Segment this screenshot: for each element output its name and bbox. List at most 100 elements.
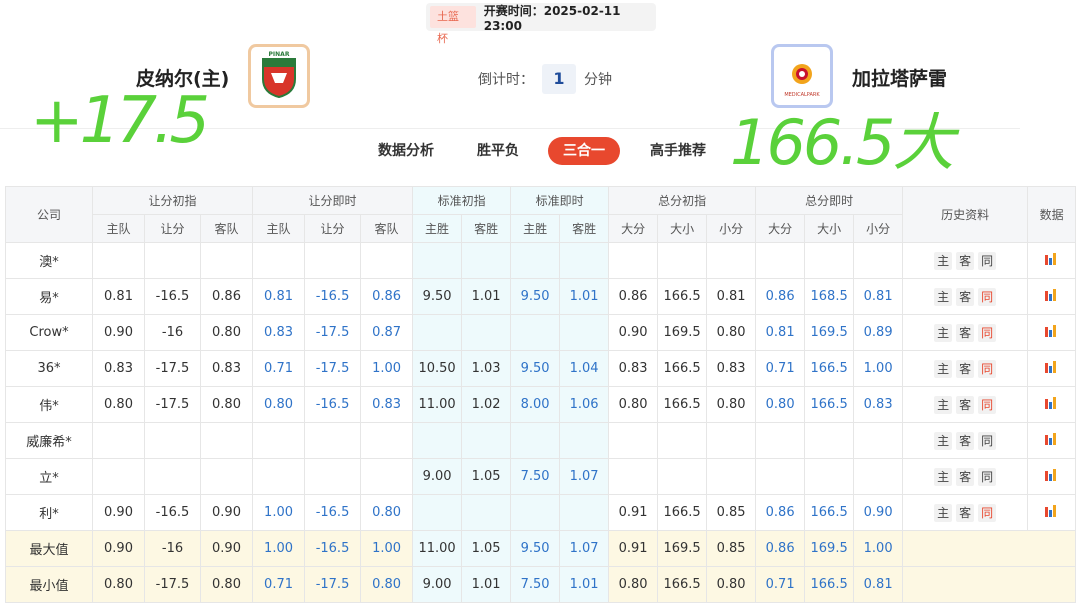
odds-cell: 0.86 (608, 278, 659, 315)
odds-cell: 0.83 (199, 350, 254, 387)
home-team-name[interactable]: 皮纳尔(主) (136, 64, 229, 91)
odds-cell: 0.89 (853, 314, 904, 351)
data-chart-cell[interactable] (1027, 386, 1077, 423)
history-h2h-button[interactable]: 同 (978, 251, 997, 270)
odds-cell: 0.90 (199, 530, 254, 567)
table-row[interactable]: 易* 0.81 -16.5 0.86 0.81 -16.5 0.86 9.50 1.01 9.50… (5, 278, 1077, 315)
table-row[interactable]: 立* 9.00 1.05 7.50 1.07 主客同 (5, 458, 1077, 495)
company-name[interactable]: 立* (5, 458, 93, 495)
history-h2h-button[interactable]: 同 (978, 467, 997, 486)
odds-cell (755, 242, 806, 279)
odds-cell (657, 422, 708, 459)
odds-cell: 0.80 (252, 386, 306, 423)
odds-cell: 0.80 (755, 386, 806, 423)
data-chart-cell[interactable] (1027, 422, 1077, 459)
company-name[interactable]: 36* (5, 350, 93, 387)
tab-expert-picks[interactable]: 高手推荐 (646, 137, 710, 165)
table-row[interactable]: 伟* 0.80 -17.5 0.80 0.80 -16.5 0.83 11.00 1.02 8.0… (5, 386, 1077, 423)
odds-cell: 166.5 (657, 494, 708, 531)
data-chart-cell[interactable] (1027, 314, 1077, 351)
odds-cell: 9.00 (412, 566, 463, 603)
odds-cell (804, 458, 855, 495)
history-away-button[interactable]: 客 (956, 467, 975, 486)
odds-cell: 0.83 (252, 314, 306, 351)
odds-cell (559, 314, 610, 351)
odds-cell: 1.00 (252, 494, 306, 531)
odds-cell: 0.87 (360, 314, 414, 351)
bar-chart-icon (1044, 288, 1059, 301)
odds-cell (804, 422, 855, 459)
home-team-logo[interactable]: PINAR (248, 44, 310, 108)
odds-cell: 1.00 (252, 530, 306, 567)
history-away-button[interactable]: 客 (956, 287, 975, 306)
odds-cell: -16.5 (144, 278, 201, 315)
odds-cell: 1.05 (461, 530, 512, 567)
history-away-button[interactable]: 客 (956, 359, 975, 378)
odds-cell: 1.00 (853, 530, 904, 567)
history-away-button[interactable]: 客 (956, 431, 975, 450)
table-row[interactable]: 36* 0.83 -17.5 0.83 0.71 -17.5 1.00 10.50 1.03 9.… (5, 350, 1077, 387)
company-name[interactable]: 利* (5, 494, 93, 531)
data-chart-cell[interactable] (1027, 278, 1077, 315)
table-row[interactable]: 威廉希* 主客同 (5, 422, 1077, 459)
bar-chart-icon (1044, 504, 1059, 517)
history-home-button[interactable]: 主 (934, 431, 953, 450)
data-chart-cell[interactable] (1027, 458, 1077, 495)
history-h2h-button[interactable]: 同 (978, 323, 997, 342)
odds-cell: -17.5 (304, 566, 362, 603)
odds-cell: -17.5 (144, 386, 201, 423)
history-home-button[interactable]: 主 (934, 251, 953, 270)
table-row[interactable]: Crow* 0.90 -16 0.80 0.83 -17.5 0.87 0.90 169.5 0.… (5, 314, 1077, 351)
odds-cell: 1.07 (559, 458, 610, 495)
history-away-button[interactable]: 客 (956, 323, 975, 342)
history-away-button[interactable]: 客 (956, 251, 975, 270)
history-h2h-button[interactable]: 同 (978, 395, 997, 414)
away-team-name[interactable]: 加拉塔萨雷 (852, 64, 947, 91)
odds-cell: 0.85 (706, 494, 757, 531)
table-row[interactable]: 澳* 主客同 (5, 242, 1077, 279)
odds-cell: 0.86 (755, 530, 806, 567)
odds-cell (853, 242, 904, 279)
company-name[interactable]: Crow* (5, 314, 93, 351)
match-info-badge: 土篮杯 开赛时间：2025-02-11 23:00 (426, 3, 656, 45)
history-home-button[interactable]: 主 (934, 359, 953, 378)
odds-cell (608, 422, 659, 459)
history-away-button[interactable]: 客 (956, 503, 975, 522)
company-name[interactable]: 伟* (5, 386, 93, 423)
sub-header: 主队 (92, 214, 145, 243)
odds-cell: 166.5 (804, 350, 855, 387)
tab-win-draw-lose[interactable]: 胜平负 (470, 137, 526, 165)
odds-cell: 0.80 (199, 386, 254, 423)
history-home-button[interactable]: 主 (934, 323, 953, 342)
history-home-button[interactable]: 主 (934, 395, 953, 414)
odds-cell: 0.83 (853, 386, 904, 423)
history-home-button[interactable]: 主 (934, 287, 953, 306)
history-h2h-button[interactable]: 同 (978, 359, 997, 378)
history-home-button[interactable]: 主 (934, 467, 953, 486)
odds-cell: 0.80 (706, 566, 757, 603)
odds-cell (510, 314, 561, 351)
away-team-logo[interactable]: MEDICALPARK (771, 44, 833, 108)
data-chart-cell[interactable] (1027, 494, 1077, 531)
tab-data-analysis[interactable]: 数据分析 (374, 137, 438, 165)
data-chart-cell[interactable] (1027, 350, 1077, 387)
history-h2h-button[interactable]: 同 (978, 431, 997, 450)
odds-cell (412, 494, 463, 531)
odds-cell: -16.5 (304, 494, 362, 531)
odds-cell: -17.5 (144, 566, 201, 603)
history-home-button[interactable]: 主 (934, 503, 953, 522)
galatasaray-emblem-icon (792, 64, 812, 84)
history-h2h-button[interactable]: 同 (978, 503, 997, 522)
odds-cell: 9.50 (510, 530, 561, 567)
company-name[interactable]: 易* (5, 278, 93, 315)
history-h2h-button[interactable]: 同 (978, 287, 997, 306)
odds-cell (608, 242, 659, 279)
odds-cell: 0.86 (755, 494, 806, 531)
history-away-button[interactable]: 客 (956, 395, 975, 414)
tab-three-in-one[interactable]: 三合一 (548, 137, 620, 165)
table-row[interactable]: 利* 0.90 -16.5 0.90 1.00 -16.5 0.80 0.91 166.5 0.8… (5, 494, 1077, 531)
league-tag[interactable]: 土篮杯 (430, 6, 476, 45)
data-chart-cell[interactable] (1027, 242, 1077, 279)
company-name[interactable]: 威廉希* (5, 422, 93, 459)
company-name[interactable]: 澳* (5, 242, 93, 279)
